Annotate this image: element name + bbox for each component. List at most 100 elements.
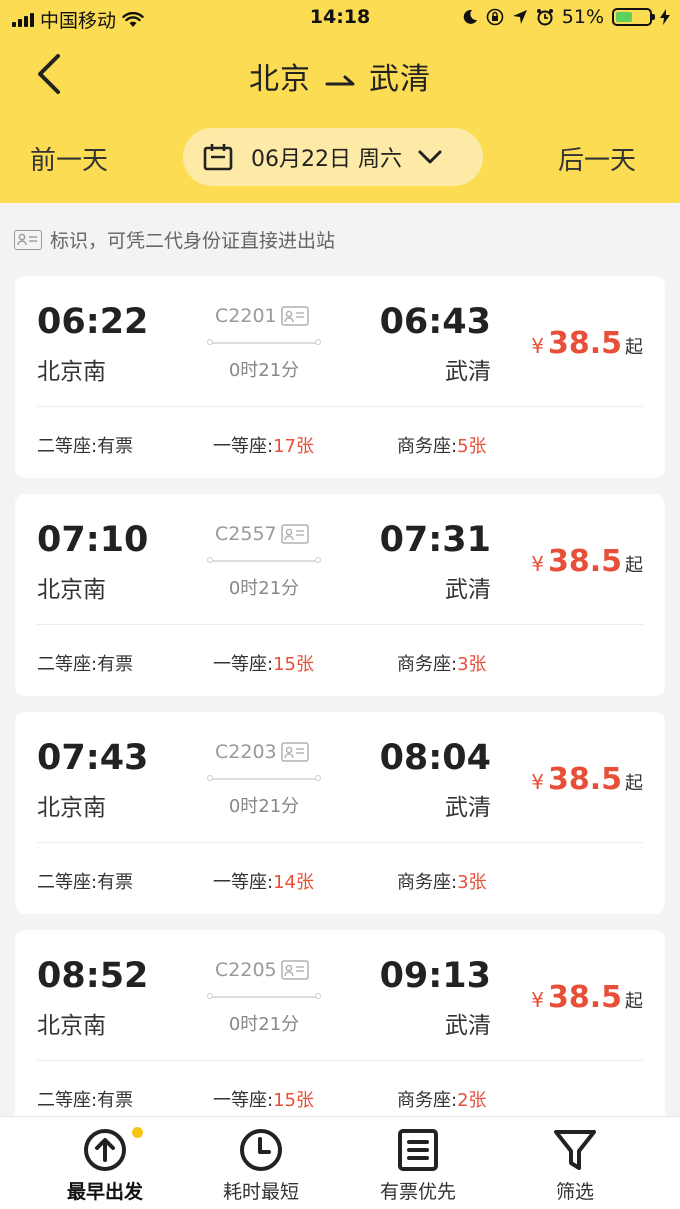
train-card[interactable]: 07:43 北京南 C2203 0时21分 08:04 武清 ¥38.5 起 二等… [15,712,665,914]
battery-percent: 51% [561,6,604,28]
seat-second-class: 二等座:有票 [37,1086,133,1112]
bottom-tab-bar: 最早出发 耗时最短 有票优先 筛选 [0,1116,680,1209]
from-station: 北京 [249,62,311,97]
price-amount: 38.5 [547,544,622,579]
ticket-price: ¥38.5 起 [531,980,643,1015]
seat-first-class: 一等座:15张 [213,1086,314,1112]
divider [37,842,643,843]
departure-time: 06:22 [37,302,149,342]
arrival-time: 06:43 [379,302,491,342]
arrival-time: 08:04 [379,738,491,778]
tab-available-first[interactable]: 有票优先 [333,1117,503,1209]
arrival-station: 武清 [445,795,491,821]
currency-symbol: ¥ [531,770,544,794]
seat-name: 商务座: [397,436,458,457]
train-card[interactable]: 06:22 北京南 C2201 0时21分 06:43 武清 ¥38.5 起 二等… [15,276,665,478]
seat-name: 一等座: [213,436,274,457]
tab-shortest-duration[interactable]: 耗时最短 [176,1117,346,1209]
departure-time: 07:43 [37,738,149,778]
header: 北京 武清 前一天 06月22日 周六 后一天 [0,36,680,203]
seat-name: 二等座: [37,654,98,675]
to-station: 武清 [369,62,431,97]
prev-day-button[interactable]: 前一天 [30,140,108,177]
price-suffix: 起 [625,773,643,794]
active-indicator-dot [132,1127,143,1138]
ticket-price: ¥38.5 起 [531,544,643,579]
route-line [207,557,321,563]
price-suffix: 起 [625,337,643,358]
train-number: C2205 [215,959,309,981]
seat-business-class: 商务座:3张 [397,650,487,676]
seat-name: 商务座: [397,1090,458,1111]
seat-availability: 3张 [457,654,487,675]
ticket-price: ¥38.5 起 [531,326,643,361]
notice-text: 标识，可凭二代身份证直接进出站 [50,230,336,252]
moon-icon [463,9,477,24]
departure-time: 08:52 [37,956,149,996]
tab-filter[interactable]: 筛选 [490,1117,660,1209]
departure-station: 北京南 [37,577,106,603]
train-number-text: C2201 [215,305,277,327]
arrival-time: 07:31 [379,520,491,560]
seat-second-class: 二等座:有票 [37,432,133,458]
seat-name: 商务座: [397,872,458,893]
arrival-station: 武清 [445,1013,491,1039]
seat-availability: 3张 [457,872,487,893]
seat-availability: 15张 [273,1090,314,1111]
date-picker[interactable]: 06月22日 周六 [183,128,483,186]
id-card-icon [280,524,309,544]
divider [37,406,643,407]
ticket-price: ¥38.5 起 [531,762,643,797]
train-number: C2203 [215,741,309,763]
train-number: C2201 [215,305,309,327]
seat-business-class: 商务座:5张 [397,432,487,458]
seat-availability: 有票 [97,436,134,457]
trip-duration: 0时21分 [228,796,300,817]
train-card[interactable]: 08:52 北京南 C2205 0时21分 09:13 武清 ¥38.5 起 二等… [15,930,665,1132]
train-number-text: C2557 [215,523,277,545]
arrival-station: 武清 [445,359,491,385]
seat-first-class: 一等座:14张 [213,868,314,894]
battery-icon [612,8,655,26]
train-number-text: C2205 [215,959,277,981]
id-card-icon [280,742,309,762]
tab-label: 耗时最短 [222,1181,299,1203]
train-card[interactable]: 07:10 北京南 C2557 0时21分 07:31 武清 ¥38.5 起 二等… [15,494,665,696]
arrival-station: 武清 [445,577,491,603]
list-box-icon [398,1129,438,1171]
route-line [207,339,321,345]
next-day-button[interactable]: 后一天 [558,140,636,177]
price-amount: 38.5 [547,762,622,797]
route-title: 北京 武清 [0,54,680,98]
currency-symbol: ¥ [531,334,544,358]
route-line [207,775,321,781]
seat-availability: 14张 [273,872,314,893]
departure-station: 北京南 [37,359,106,385]
status-bar: 中国移动 14:18 51% [0,0,680,36]
seat-first-class: 一等座:15张 [213,650,314,676]
price-suffix: 起 [625,991,643,1012]
alarm-icon [536,9,553,26]
trip-duration: 0时21分 [228,1014,300,1035]
id-card-icon [280,960,309,980]
tab-label: 最早出发 [66,1181,143,1203]
seat-business-class: 商务座:3张 [397,868,487,894]
seat-availability: 5张 [457,436,487,457]
departure-station: 北京南 [37,1013,106,1039]
seat-first-class: 一等座:17张 [213,432,314,458]
train-number: C2557 [215,523,309,545]
departure-station: 北京南 [37,795,106,821]
seat-name: 一等座: [213,654,274,675]
seat-availability: 2张 [457,1090,487,1111]
seat-availability: 15张 [273,654,314,675]
trip-duration: 0时21分 [228,578,300,599]
chevron-down-icon [418,150,442,164]
seat-availability: 有票 [97,872,134,893]
location-arrow-icon [512,10,527,24]
train-list: 06:22 北京南 C2201 0时21分 06:43 武清 ¥38.5 起 二等… [15,276,665,1148]
tab-earliest-departure[interactable]: 最早出发 [20,1117,190,1209]
seat-availability: 有票 [97,654,134,675]
tab-label: 有票优先 [379,1181,456,1203]
arrow-up-circle-icon [84,1129,126,1171]
divider [37,1060,643,1061]
